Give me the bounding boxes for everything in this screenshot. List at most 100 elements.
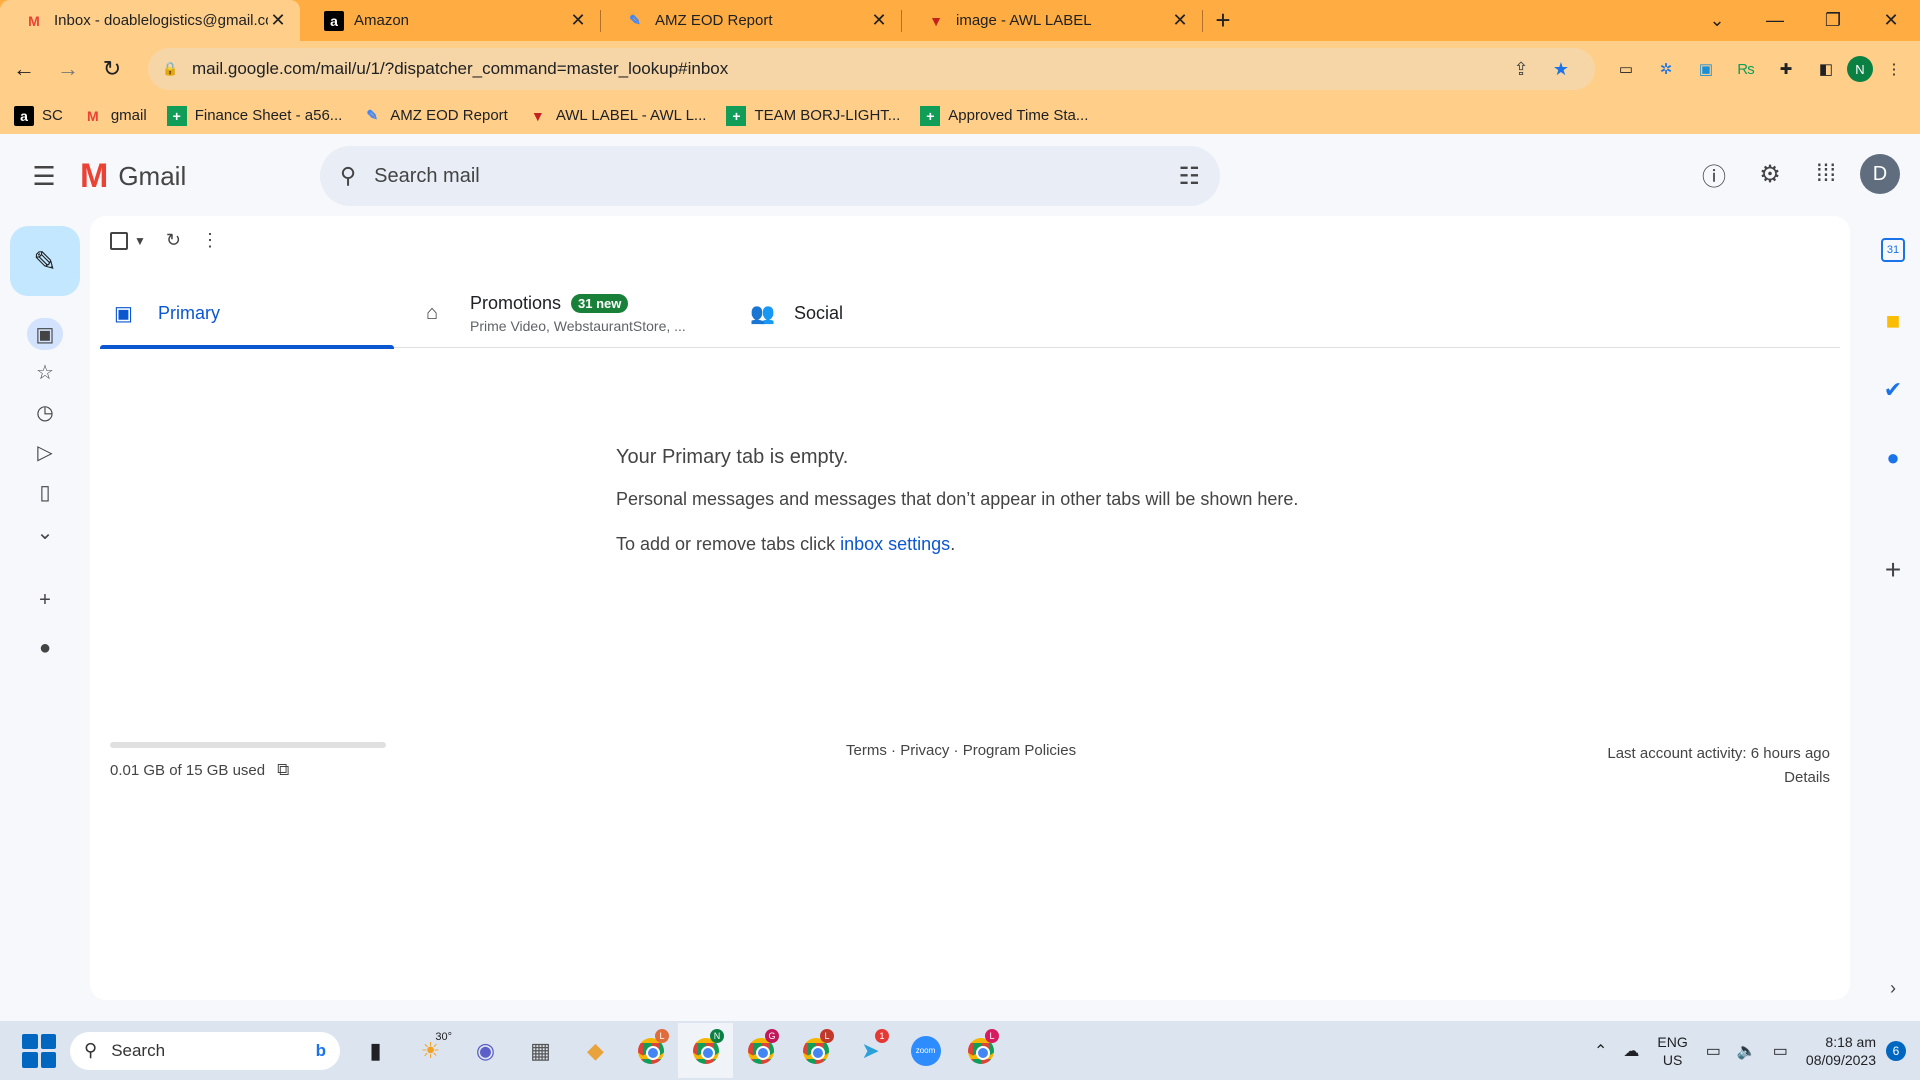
gear-icon[interactable]: ⚙ <box>1748 152 1792 196</box>
search-options-icon[interactable]: ☷ <box>1178 162 1200 191</box>
tab-amz-eod-report[interactable]: ✎ AMZ EOD Report ✕ <box>601 0 901 41</box>
label-icon[interactable]: ● <box>27 632 63 664</box>
calculator-icon[interactable]: ▦ <box>513 1023 568 1078</box>
bookmark-team-borj[interactable]: + TEAM BORJ-LIGHT... <box>726 105 900 126</box>
chrome-icon[interactable]: G <box>733 1023 788 1078</box>
language-indicator[interactable]: ENG US <box>1657 1033 1687 1069</box>
gmail-logo[interactable]: M Gmail <box>80 157 186 196</box>
reload-button[interactable]: ↻ <box>92 49 132 89</box>
chrome-icon[interactable]: L <box>953 1023 1008 1078</box>
puzzle-icon[interactable]: ✚ <box>1767 50 1805 88</box>
weather-icon[interactable]: ☀ 30° <box>403 1023 458 1078</box>
terms-link[interactable]: Terms <box>846 742 887 759</box>
battery-icon[interactable]: ▭ <box>1773 1041 1788 1061</box>
zoom-icon[interactable]: zoom <box>898 1023 953 1078</box>
close-icon[interactable]: ✕ <box>268 10 288 31</box>
apps-grid-icon[interactable]: ⁞⁞⁞ <box>1804 152 1848 196</box>
new-tab-button[interactable]: + <box>1203 0 1243 41</box>
drafts-icon[interactable]: ▯ <box>27 476 63 508</box>
help-icon[interactable]: ⓘ <box>1692 152 1736 196</box>
side-panel-icon[interactable]: ◧ <box>1807 50 1845 88</box>
chrome-icon[interactable]: L <box>788 1023 843 1078</box>
open-external-icon[interactable]: ⧉ <box>277 760 289 780</box>
search-icon[interactable]: ⚲ <box>340 163 356 189</box>
bookmark-star-icon[interactable]: ★ <box>1541 59 1581 80</box>
inbox-settings-link[interactable]: inbox settings <box>840 534 950 554</box>
add-label-icon[interactable]: + <box>27 584 63 616</box>
share-icon[interactable]: ⇪ <box>1501 59 1541 80</box>
gmail-logo-text: Gmail <box>118 160 187 191</box>
clock[interactable]: 8:18 am 08/09/2023 <box>1806 1033 1876 1069</box>
volume-icon[interactable]: 🔈 <box>1737 1041 1757 1061</box>
close-icon[interactable]: ✕ <box>1170 10 1190 31</box>
minimize-button[interactable]: — <box>1746 0 1804 41</box>
program-policies-link[interactable]: Program Policies <box>963 742 1076 759</box>
notification-badge[interactable]: 6 <box>1886 1040 1906 1061</box>
chrome-icon[interactable]: L <box>623 1023 678 1078</box>
windows-start-icon[interactable] <box>22 1033 56 1068</box>
details-link[interactable]: Details <box>1607 766 1830 790</box>
onedrive-cloud-icon[interactable]: ☁ <box>1623 1041 1639 1061</box>
snoozed-clock-icon[interactable]: ◷ <box>27 396 63 428</box>
extension-icon[interactable]: ▭ <box>1607 50 1645 88</box>
extension-icon[interactable]: ✲ <box>1647 50 1685 88</box>
inbox-icon[interactable]: ▣ <box>27 318 63 350</box>
tasks-icon[interactable]: ✔ <box>1875 372 1911 408</box>
calendar-icon[interactable]: 31 <box>1881 238 1905 262</box>
forward-button[interactable]: → <box>48 49 88 89</box>
chrome-icon[interactable]: N <box>678 1023 733 1078</box>
bookmark-sc[interactable]: a SC <box>14 105 63 126</box>
app-icon[interactable]: ◆ <box>568 1023 623 1078</box>
tab-promotions[interactable]: ⌂ Promotions 31 new Prime Video, Webstau… <box>426 278 716 348</box>
account-avatar[interactable]: D <box>1860 154 1900 194</box>
refresh-icon[interactable]: ↻ <box>166 230 181 251</box>
add-apps-icon[interactable]: + <box>1875 552 1911 588</box>
extension-icon[interactable]: ▣ <box>1687 50 1725 88</box>
address-bar[interactable]: 🔒 mail.google.com/mail/u/1/?dispatcher_c… <box>148 48 1595 90</box>
profile-avatar[interactable]: N <box>1847 56 1873 82</box>
bookmark-label: gmail <box>110 107 147 124</box>
chevron-up-icon[interactable]: ⌃ <box>1594 1041 1607 1061</box>
tab-primary[interactable]: ▣ Primary <box>100 278 394 349</box>
header-actions: ⓘ ⚙ ⁞⁞⁞ D <box>1692 152 1900 196</box>
more-vert-icon[interactable]: ⋮ <box>1875 50 1913 88</box>
search-input[interactable]: Search mail <box>374 165 1178 188</box>
chevron-right-icon[interactable]: › <box>1875 970 1911 1006</box>
bookmark-awl-label[interactable]: ▼ AWL LABEL - AWL L... <box>528 106 707 126</box>
more-vert-icon[interactable]: ⋮ <box>201 230 219 251</box>
search-bar[interactable]: ⚲ Search mail ☷ <box>320 146 1220 206</box>
tab-social[interactable]: 👥 Social <box>750 278 1040 348</box>
close-icon[interactable]: ✕ <box>568 10 588 31</box>
back-button[interactable]: ← <box>4 49 44 89</box>
gmail-header: ☰ M Gmail ⚲ Search mail ☷ ⓘ ⚙ ⁞⁞⁞ D <box>0 134 1920 218</box>
close-icon[interactable]: ✕ <box>869 10 889 31</box>
select-all-checkbox[interactable]: ▼ <box>110 231 146 250</box>
tab-amazon[interactable]: a Amazon ✕ <box>300 0 600 41</box>
tab-gmail-inbox[interactable]: M Inbox - doablelogistics@gmail.co ✕ <box>0 0 300 41</box>
browser-toolbar: ← → ↻ 🔒 mail.google.com/mail/u/1/?dispat… <box>0 41 1920 97</box>
more-chevron-down-icon[interactable]: ⌄ <box>27 516 63 548</box>
bookmark-finance-sheet[interactable]: + Finance Sheet - a56... <box>166 105 342 126</box>
meet-icon[interactable]: ◉ <box>458 1023 513 1078</box>
tab-awl-label[interactable]: ▼ image - AWL LABEL ✕ <box>902 0 1202 41</box>
bookmark-amz-eod[interactable]: ✎ AMZ EOD Report <box>362 106 507 126</box>
extension-icon[interactable]: ₨ <box>1727 50 1765 88</box>
contacts-icon[interactable]: ● <box>1875 440 1911 476</box>
menu-icon[interactable]: ☰ <box>20 152 68 200</box>
taskbar-search[interactable]: ⚲ Search b <box>70 1031 340 1070</box>
restore-button[interactable]: ❐ <box>1804 0 1862 41</box>
close-window-button[interactable]: ✕ <box>1862 0 1920 41</box>
promotions-label-group: Promotions 31 new Prime Video, Webstaura… <box>470 293 686 334</box>
network-icon[interactable]: ▭ <box>1706 1041 1721 1061</box>
telegram-icon[interactable]: ➤ 1 <box>843 1023 898 1078</box>
bookmark-gmail[interactable]: Mgmail <box>83 106 147 126</box>
bookmark-approved-time[interactable]: + Approved Time Sta... <box>920 105 1088 126</box>
privacy-link[interactable]: Privacy <box>900 742 949 759</box>
tab-search-icon[interactable]: ⌄ <box>1688 0 1746 41</box>
star-icon[interactable]: ☆ <box>27 356 63 388</box>
sent-icon[interactable]: ▷ <box>27 436 63 468</box>
task-view-icon[interactable]: ▮ <box>348 1023 403 1078</box>
keep-icon[interactable]: ■ <box>1875 304 1911 340</box>
extensions-area: ▭ ✲ ▣ ₨ ✚ ◧ N ⋮ <box>1607 50 1913 88</box>
compose-button[interactable]: ✎ <box>10 226 80 296</box>
